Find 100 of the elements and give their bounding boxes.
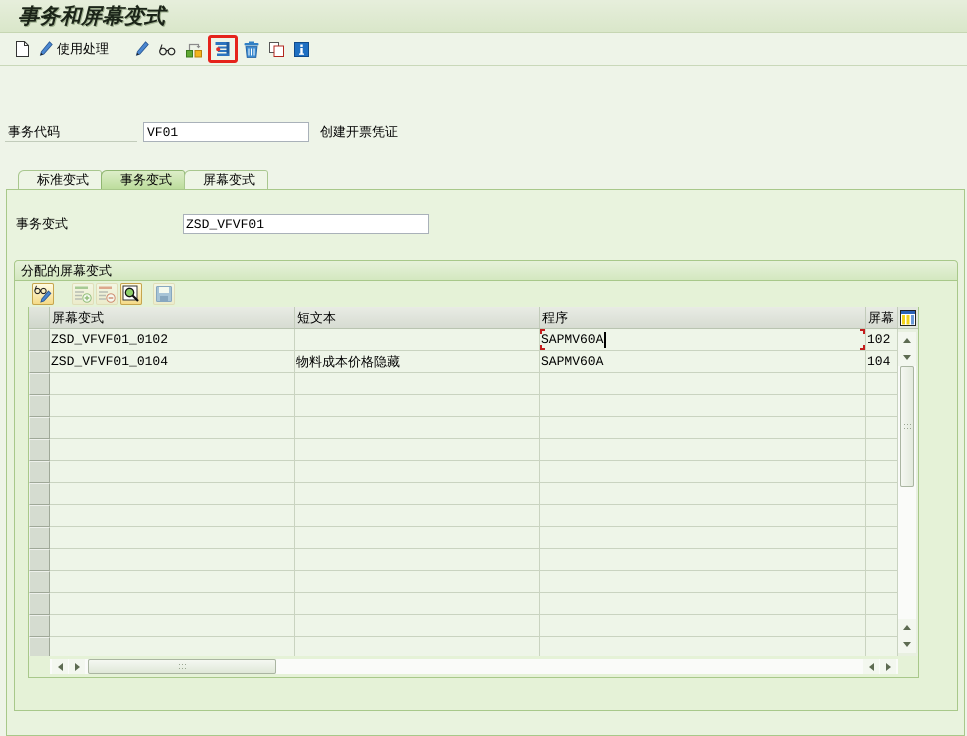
scroll-down-button[interactable] — [898, 636, 916, 653]
scroll-right-button[interactable] — [880, 659, 896, 674]
table-cell[interactable]: SAPMV60A — [540, 351, 866, 373]
scroll-left-button[interactable] — [863, 659, 879, 674]
transaction-code-field[interactable]: VF01 — [143, 122, 309, 142]
tab[interactable]: 标准变式 — [18, 170, 102, 189]
table-cell[interactable] — [50, 373, 295, 395]
table-cell[interactable] — [866, 527, 898, 549]
row-selector[interactable] — [29, 329, 50, 351]
table-cell[interactable] — [50, 505, 295, 527]
table-cell[interactable] — [866, 593, 898, 615]
table-cell[interactable] — [295, 527, 540, 549]
scroll-up-button[interactable] — [898, 619, 916, 636]
row-selector[interactable] — [29, 461, 50, 483]
row-selector[interactable] — [29, 571, 50, 593]
table-cell[interactable] — [295, 637, 540, 656]
table-cell[interactable] — [540, 593, 866, 615]
table-cell[interactable] — [50, 395, 295, 417]
table-cell[interactable] — [866, 417, 898, 439]
table-cell[interactable] — [50, 483, 295, 505]
table-cell[interactable] — [866, 439, 898, 461]
table-cell[interactable] — [866, 483, 898, 505]
table-cell[interactable] — [295, 395, 540, 417]
row-selector[interactable] — [29, 417, 50, 439]
table-cell[interactable] — [50, 439, 295, 461]
table-cell[interactable] — [540, 483, 866, 505]
toolbar-button[interactable] — [208, 35, 238, 63]
table-cell[interactable]: 物料成本价格隐藏 — [295, 351, 540, 373]
toolbar-button[interactable]: 使用处理 — [35, 38, 113, 60]
table-cell[interactable]: 104 — [866, 351, 898, 373]
table-cell[interactable]: ZSD_VFVF01_0102 — [50, 329, 295, 351]
tab[interactable]: 屏幕变式 — [184, 170, 268, 189]
column-settings-button[interactable] — [898, 307, 918, 328]
column-header[interactable]: 短文本 — [295, 307, 540, 328]
row-selector[interactable] — [29, 593, 50, 615]
table-cell[interactable] — [540, 373, 866, 395]
table-cell[interactable] — [50, 571, 295, 593]
scroll-down-button[interactable] — [898, 349, 916, 366]
vertical-scrollbar[interactable] — [898, 329, 918, 656]
table-cell[interactable]: ZSD_VFVF01_0104 — [50, 351, 295, 373]
scroll-right-button[interactable] — [69, 659, 85, 674]
table-cell[interactable] — [295, 373, 540, 395]
row-selector[interactable] — [29, 483, 50, 505]
table-cell[interactable] — [540, 571, 866, 593]
row-selector[interactable] — [29, 395, 50, 417]
column-header[interactable]: 屏幕 — [866, 307, 898, 328]
column-header[interactable]: 屏幕变式 — [50, 307, 295, 328]
row-selector[interactable] — [29, 527, 50, 549]
table-cell[interactable] — [540, 461, 866, 483]
table-cell[interactable] — [866, 373, 898, 395]
table-cell[interactable] — [295, 329, 540, 351]
transaction-variant-field[interactable]: ZSD_VFVF01 — [183, 214, 429, 234]
table-cell[interactable] — [50, 637, 295, 656]
table-cell[interactable] — [295, 483, 540, 505]
table-cell[interactable] — [295, 505, 540, 527]
table-cell[interactable]: SAPMV60A — [540, 329, 866, 351]
scroll-left-button[interactable] — [52, 659, 68, 674]
tab[interactable]: 事务变式 — [101, 170, 185, 189]
table-cell[interactable] — [540, 549, 866, 571]
table-cell[interactable] — [50, 549, 295, 571]
table-cell[interactable] — [866, 461, 898, 483]
table-cell[interactable] — [295, 549, 540, 571]
row-selector[interactable] — [29, 615, 50, 637]
row-selector[interactable] — [29, 351, 50, 373]
table-cell[interactable] — [866, 505, 898, 527]
table-cell[interactable] — [866, 637, 898, 656]
table-toolbar-button[interactable] — [32, 283, 54, 305]
table-cell[interactable] — [866, 549, 898, 571]
table-cell[interactable] — [295, 417, 540, 439]
table-cell[interactable] — [866, 395, 898, 417]
table-cell[interactable] — [50, 461, 295, 483]
table-cell[interactable] — [866, 615, 898, 637]
table-cell[interactable] — [50, 417, 295, 439]
table-cell[interactable] — [295, 615, 540, 637]
table-cell[interactable] — [540, 417, 866, 439]
table-cell[interactable] — [540, 615, 866, 637]
table-cell[interactable] — [866, 571, 898, 593]
table-cell[interactable] — [540, 439, 866, 461]
scroll-up-button[interactable] — [898, 332, 916, 349]
table-cell[interactable] — [540, 395, 866, 417]
table-cell[interactable] — [50, 593, 295, 615]
row-selector[interactable] — [29, 373, 50, 395]
table-cell[interactable] — [50, 527, 295, 549]
table-cell[interactable] — [295, 593, 540, 615]
table-cell[interactable]: 102 — [866, 329, 898, 351]
horizontal-scrollbar[interactable] — [50, 659, 898, 674]
table-cell[interactable] — [50, 615, 295, 637]
scroll-thumb[interactable] — [900, 366, 914, 487]
scroll-thumb[interactable] — [88, 659, 276, 674]
row-selector[interactable] — [29, 549, 50, 571]
table-cell[interactable] — [540, 505, 866, 527]
select-all-cell[interactable] — [29, 307, 50, 328]
row-selector[interactable] — [29, 637, 50, 656]
table-cell[interactable] — [295, 439, 540, 461]
table-cell[interactable] — [540, 527, 866, 549]
table-cell[interactable] — [295, 461, 540, 483]
row-selector[interactable] — [29, 505, 50, 527]
table-toolbar-button[interactable] — [120, 283, 142, 305]
column-header[interactable]: 程序 — [540, 307, 866, 328]
row-selector[interactable] — [29, 439, 50, 461]
